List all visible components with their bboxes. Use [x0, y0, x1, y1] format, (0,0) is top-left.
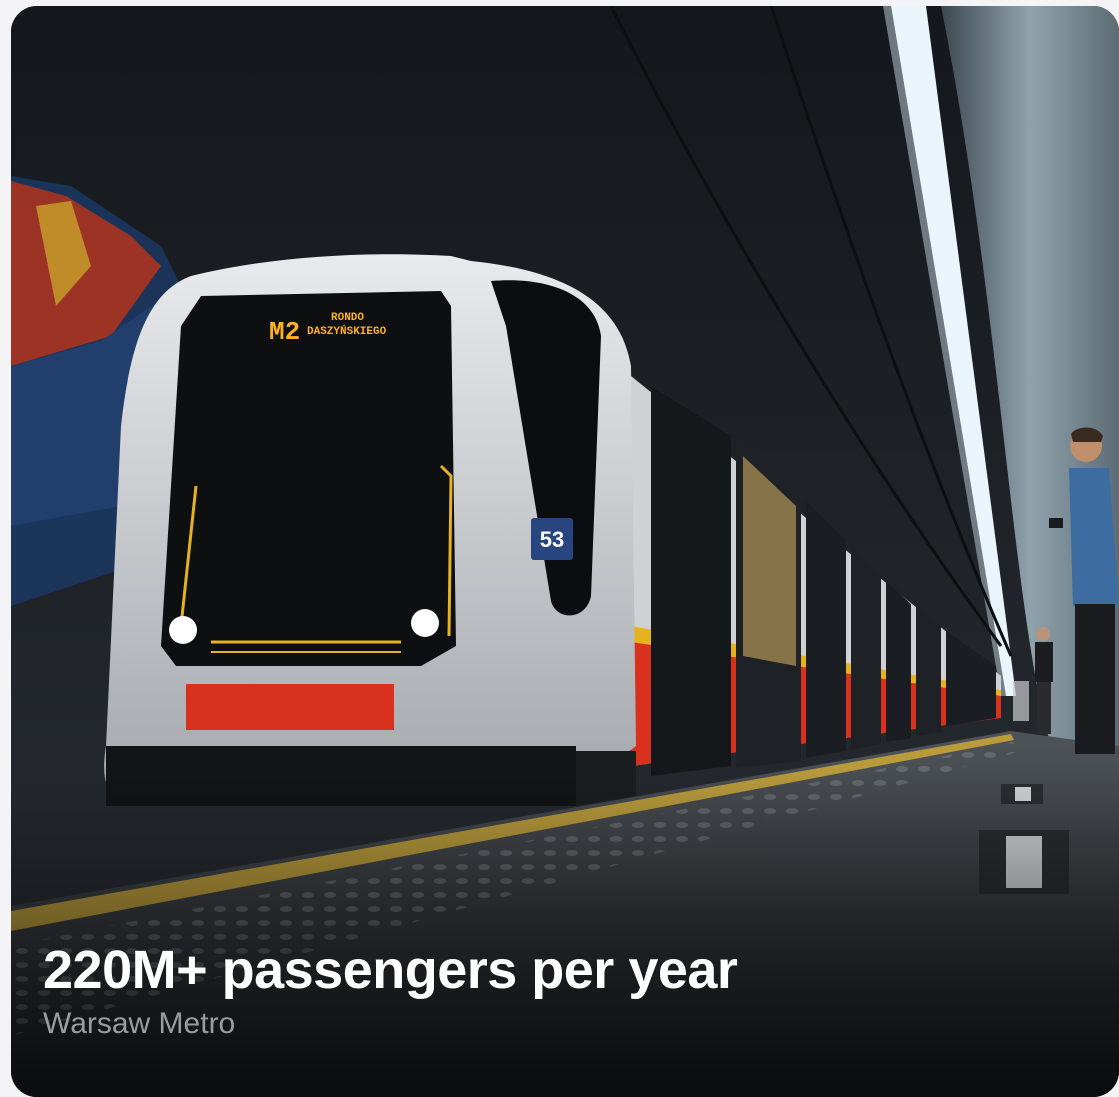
sign-station-2: DASZYŃSKIEGO — [307, 324, 387, 338]
sign-station-1: RONDO — [331, 312, 364, 324]
sign-line: M2 — [269, 317, 300, 347]
caption: 220M+ passengers per year Warsaw Metro — [43, 938, 1079, 1044]
person-distant — [1035, 627, 1053, 734]
subline: Warsaw Metro — [43, 1007, 236, 1040]
headline: 220M+ passengers per year — [43, 940, 738, 1000]
car-number: 53 — [540, 527, 564, 552]
story-card[interactable]: M2 RONDO DASZYŃSKIEGO 53 220M+ passenger… — [11, 6, 1119, 1097]
caption-gradient — [11, 767, 1119, 1097]
